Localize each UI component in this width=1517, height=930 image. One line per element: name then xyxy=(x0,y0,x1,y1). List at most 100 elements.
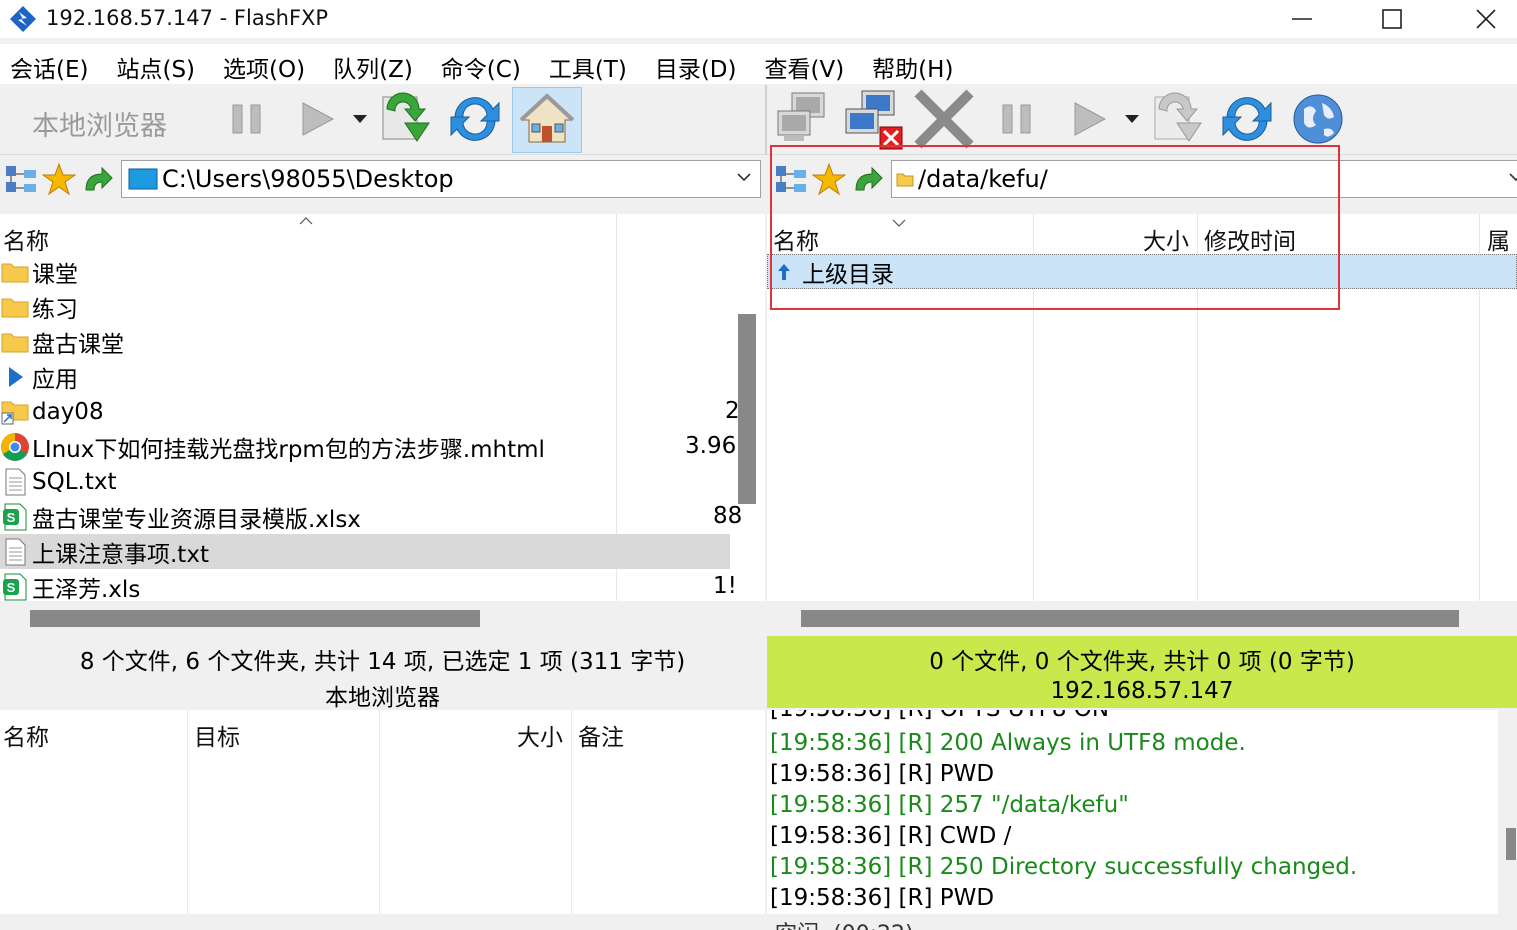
minimize-icon xyxy=(1292,18,1312,20)
refresh-button-left[interactable] xyxy=(443,87,507,151)
transfer-button-left[interactable] xyxy=(285,87,349,151)
close-button[interactable] xyxy=(1456,0,1516,38)
menu-view[interactable]: 查看(V) xyxy=(764,44,844,84)
local-status-label: 本地浏览器 xyxy=(325,685,440,711)
transfer-dropdown-left[interactable] xyxy=(345,87,375,151)
file-row[interactable]: S 王泽芳.xls 1! xyxy=(0,569,737,602)
log-line: [19:58:36] [R] PWD xyxy=(770,885,995,911)
right-path-row: /data/kefu/ xyxy=(767,158,1517,202)
favorites-star-icon[interactable] xyxy=(42,162,76,196)
queue-header-name[interactable]: 名称 xyxy=(3,718,49,752)
chevron-down-icon xyxy=(737,173,751,182)
file-size: 1! xyxy=(713,573,737,599)
file-name: 上级目录 xyxy=(802,261,894,288)
transfer-button-right[interactable] xyxy=(1057,87,1121,151)
queue-header-size[interactable]: 大小 xyxy=(517,718,563,752)
file-name: LInux下如何挂载光盘找rpm包的方法步骤.mhtml xyxy=(32,436,545,463)
remote-status-host: 192.168.57.147 xyxy=(1050,678,1234,704)
left-path-row: C:\Users\98055\Desktop xyxy=(0,158,765,202)
spreadsheet-icon: S xyxy=(3,503,27,530)
left-horizontal-scroll-thumb[interactable] xyxy=(30,610,480,627)
remote-file-list: 名称 大小 修改时间 属性 上级目录 xyxy=(767,214,1517,601)
file-name: 盘古课堂 xyxy=(32,331,124,358)
log-line: [19:58:36] [R] PWD xyxy=(770,761,995,787)
abort-x-icon xyxy=(914,89,974,149)
pause-button-left[interactable] xyxy=(215,87,279,151)
refresh-button-right[interactable] xyxy=(1215,87,1279,151)
maximize-button[interactable] xyxy=(1362,0,1422,38)
file-name: 王泽芳.xls xyxy=(32,576,141,602)
local-status-bar: 8 个文件, 6 个文件夹, 共计 14 项, 已选定 1 项 (311 字节)… xyxy=(0,636,765,711)
parent-folder-icon[interactable] xyxy=(850,162,884,196)
transfer-queue: 名称 目标 大小 备注 xyxy=(0,710,765,914)
right-horizontal-scroll-thumb[interactable] xyxy=(801,610,1459,627)
local-browser-label[interactable]: 本地浏览器 xyxy=(32,104,167,143)
file-row[interactable]: 课堂 xyxy=(0,254,730,289)
flashfxp-logo-icon xyxy=(10,6,36,32)
pause-button-right[interactable] xyxy=(985,87,1049,151)
file-row[interactable]: 练习 xyxy=(0,289,730,324)
left-vertical-scrollbar[interactable] xyxy=(738,314,756,504)
tree-view-icon[interactable] xyxy=(774,162,808,196)
file-row[interactable]: S 盘古课堂专业资源目录模版.xlsx 88 xyxy=(0,499,742,534)
column-header-modified[interactable]: 修改时间 xyxy=(1204,222,1296,256)
menu-queue[interactable]: 队列(Z) xyxy=(333,44,413,84)
queue-header-target[interactable]: 目标 xyxy=(194,718,240,752)
log-line: [19:58:36] [R] 257 "/data/kefu" xyxy=(770,792,1129,818)
disconnect-computers-icon xyxy=(845,90,903,150)
remote-path-combo[interactable]: /data/kefu/ xyxy=(891,160,1517,198)
log-line: [19:58:36] [R] 200 Always in UTF8 mode. xyxy=(770,730,1246,756)
file-row[interactable]: 盘古课堂 xyxy=(0,324,730,359)
connect-button[interactable] xyxy=(772,87,836,151)
left-horizontal-scrollbar[interactable] xyxy=(0,601,765,635)
menu-tools[interactable]: 工具(T) xyxy=(549,44,627,84)
queue-header-note[interactable]: 备注 xyxy=(578,718,624,752)
svg-text:S: S xyxy=(7,510,16,525)
file-row[interactable]: day08 2 xyxy=(0,394,740,429)
text-file-icon xyxy=(5,468,26,495)
favorites-star-icon[interactable] xyxy=(812,162,846,196)
transfer-dropdown-right[interactable] xyxy=(1117,87,1147,151)
globe-button[interactable] xyxy=(1286,87,1350,151)
local-path-combo[interactable]: C:\Users\98055\Desktop xyxy=(121,160,761,198)
menu-options[interactable]: 选项(O) xyxy=(223,44,305,84)
folder-shortcut-icon xyxy=(1,401,29,424)
file-row[interactable]: 应用 xyxy=(0,359,730,394)
play-icon xyxy=(302,102,335,136)
title-bar: 192.168.57.147 - FlashFXP xyxy=(0,0,1517,38)
right-horizontal-scrollbar[interactable] xyxy=(767,601,1517,635)
remote-path-text: /data/kefu/ xyxy=(918,165,1048,193)
local-status-summary: 8 个文件, 6 个文件夹, 共计 14 项, 已选定 1 项 (311 字节) xyxy=(79,649,686,675)
minimize-button[interactable] xyxy=(1272,0,1332,38)
menu-directory[interactable]: 目录(D) xyxy=(655,44,737,84)
file-row[interactable]: SQL.txt xyxy=(0,464,730,499)
chrome-icon xyxy=(1,432,29,461)
file-row[interactable]: LInux下如何挂载光盘找rpm包的方法步骤.mhtml 3.96 xyxy=(0,429,736,464)
abort-button[interactable] xyxy=(912,87,976,151)
menu-sites[interactable]: 站点(S) xyxy=(116,44,195,84)
connect-computers-icon xyxy=(777,92,825,141)
parent-folder-icon[interactable] xyxy=(80,162,114,196)
parent-directory-row[interactable]: 上级目录 xyxy=(767,254,1517,289)
file-name: day08 xyxy=(32,398,104,425)
column-header-name[interactable]: 名称 xyxy=(3,222,49,256)
desktop-icon xyxy=(128,168,158,190)
menu-commands[interactable]: 命令(C) xyxy=(441,44,521,84)
close-icon xyxy=(1476,9,1496,29)
disconnect-button[interactable] xyxy=(842,87,906,151)
column-header-name[interactable]: 名称 xyxy=(773,222,819,256)
home-button[interactable] xyxy=(512,87,582,153)
refresh-download-button[interactable] xyxy=(373,87,437,151)
sort-asc-icon xyxy=(299,217,313,225)
tree-view-icon[interactable] xyxy=(4,162,38,196)
file-row-selected[interactable]: 上课注意事项.txt xyxy=(0,534,730,569)
menu-session[interactable]: 会话(E) xyxy=(10,44,88,84)
log-scroll-thumb[interactable] xyxy=(1506,828,1516,860)
dropdown-arrow-icon xyxy=(1125,115,1139,123)
column-header-size[interactable]: 大小 xyxy=(1143,222,1189,256)
refresh-upload-button[interactable] xyxy=(1145,87,1209,151)
sort-desc-icon xyxy=(892,219,906,227)
menu-help[interactable]: 帮助(H) xyxy=(872,44,953,84)
menu-bar: 会话(E) 站点(S) 选项(O) 队列(Z) 命令(C) 工具(T) 目录(D… xyxy=(0,44,1517,84)
log-vertical-scrollbar[interactable] xyxy=(1498,710,1517,914)
